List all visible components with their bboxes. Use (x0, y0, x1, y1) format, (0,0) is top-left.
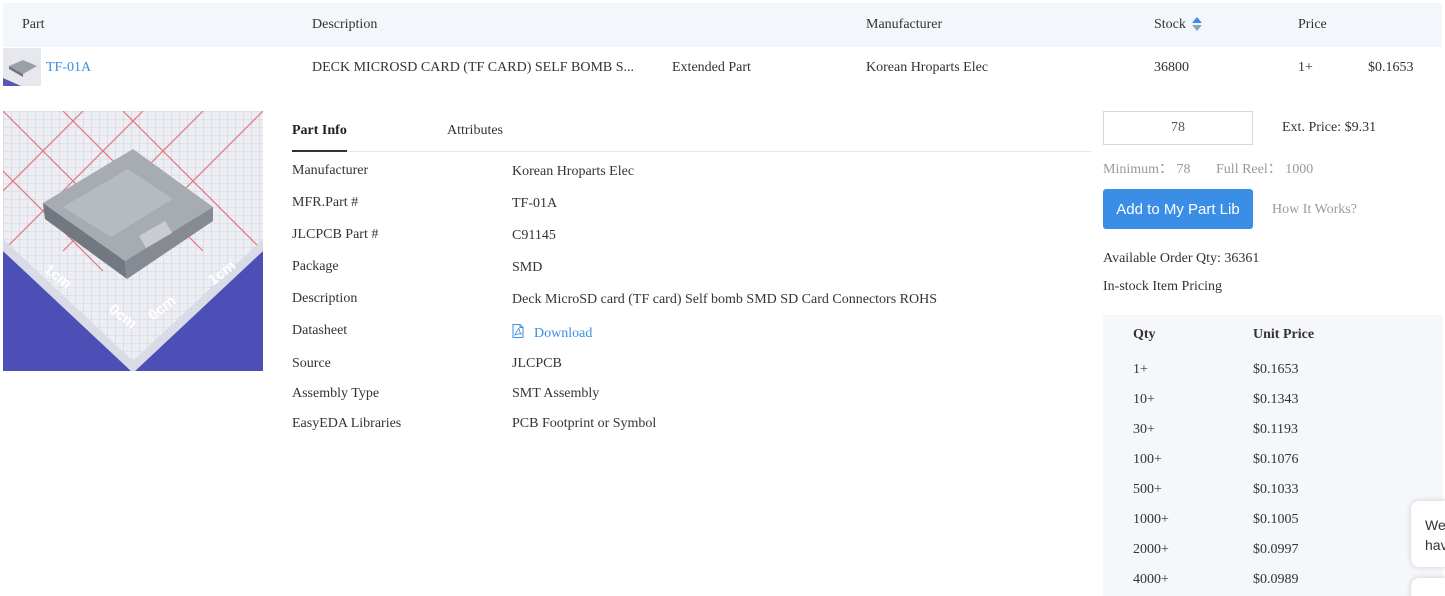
info-value-manufacturer: Korean Hroparts Elec (512, 164, 635, 179)
row-description: DECK MICROSD CARD (TF CARD) SELF BOMB S.… (312, 60, 635, 75)
minimum-info: Minimum： 78 Full Reel： 1000 (1103, 158, 1313, 178)
price-row-unit-price: $0.1033 (1253, 482, 1299, 497)
price-row-qty: 1+ (1133, 362, 1148, 377)
chat-text-line2: hav (1425, 537, 1445, 553)
info-label-jlcpcb-part: JLCPCB Part # (292, 227, 379, 242)
price-header-qty: Qty (1133, 327, 1156, 342)
sort-icon[interactable] (1191, 16, 1203, 32)
tab-attributes[interactable]: Attributes (447, 123, 503, 139)
info-label-manufacturer: Manufacturer (292, 163, 369, 178)
add-to-part-lib-button[interactable]: Add to My Part Lib (1103, 189, 1253, 229)
info-label-easyeda: EasyEDA Libraries (292, 416, 402, 431)
price-row-qty: 100+ (1133, 452, 1162, 467)
detail-tabs: Part Info Attributes (292, 112, 1092, 152)
table-header: Part Description Manufacturer Stock Pric… (3, 3, 1442, 47)
row-qty-break: 1+ (1298, 60, 1313, 75)
row-price: $0.1653 (1368, 60, 1414, 75)
info-value-source: JLCPCB (512, 356, 562, 371)
chat-launcher[interactable] (1411, 578, 1445, 596)
price-row-qty: 4000+ (1133, 572, 1169, 587)
info-label-datasheet: Datasheet (292, 323, 348, 338)
datasheet-download-label[interactable]: Download (534, 326, 592, 341)
instock-pricing-title: In-stock Item Pricing (1103, 279, 1222, 294)
datasheet-download-link[interactable]: Download (512, 324, 592, 342)
info-label-mfr-part: MFR.Part # (292, 195, 359, 210)
price-row-qty: 30+ (1133, 422, 1155, 437)
product-image[interactable]: 1cm 1cm 0cm 0cm (3, 111, 263, 371)
minimum-value: 78 (1176, 162, 1191, 177)
header-part: Part (22, 17, 45, 32)
minimum-label: Minimum： (1103, 162, 1174, 177)
quantity-input[interactable] (1103, 111, 1253, 145)
price-row-unit-price: $0.0997 (1253, 542, 1299, 557)
available-order-qty: Available Order Qty: 36361 (1103, 251, 1260, 266)
info-value-description: Deck MicroSD card (TF card) Self bomb SM… (512, 292, 937, 307)
price-row-qty: 10+ (1133, 392, 1155, 407)
row-manufacturer: Korean Hroparts Elec (866, 60, 989, 75)
price-header-unit-price: Unit Price (1253, 327, 1315, 342)
full-reel-label: Full Reel： (1216, 162, 1282, 177)
price-row-qty: 1000+ (1133, 512, 1169, 527)
active-tab-indicator (292, 150, 347, 152)
info-value-jlcpcb-part: C91145 (512, 228, 556, 243)
part-link[interactable]: TF-01A (46, 60, 91, 76)
info-value-package: SMD (512, 260, 543, 275)
header-stock[interactable]: Stock (1154, 17, 1186, 33)
easyeda-library-link[interactable]: PCB Footprint or Symbol (512, 416, 656, 432)
price-row-qty: 500+ (1133, 482, 1162, 497)
part-thumbnail[interactable] (3, 48, 41, 86)
how-it-works-link[interactable]: How It Works? (1272, 202, 1357, 218)
info-label-package: Package (292, 259, 339, 274)
tab-part-info[interactable]: Part Info (292, 123, 347, 139)
row-part-type: Extended Part (672, 60, 751, 75)
full-reel-value: 1000 (1285, 162, 1314, 177)
header-price: Price (1298, 17, 1327, 32)
info-label-source: Source (292, 356, 331, 371)
header-description: Description (312, 17, 378, 32)
chat-popup[interactable]: We hav (1411, 501, 1445, 567)
info-label-assembly-type: Assembly Type (292, 386, 380, 401)
row-stock: 36800 (1154, 60, 1189, 75)
ext-price: Ext. Price: $9.31 (1282, 120, 1377, 135)
price-table: Qty Unit Price 1+ $0.1653 10+ $0.1343 30… (1103, 315, 1443, 596)
header-manufacturer: Manufacturer (866, 17, 943, 32)
chat-text-line1: We (1425, 517, 1445, 533)
pdf-icon (512, 324, 524, 338)
info-label-description: Description (292, 291, 358, 306)
price-row-unit-price: $0.1193 (1253, 422, 1298, 437)
price-row-unit-price: $0.1343 (1253, 392, 1299, 407)
price-row-unit-price: $0.1653 (1253, 362, 1299, 377)
price-row-qty: 2000+ (1133, 542, 1169, 557)
info-value-mfr-part: TF-01A (512, 196, 558, 211)
info-value-assembly-type: SMT Assembly (512, 386, 600, 401)
price-row-unit-price: $0.1076 (1253, 452, 1299, 467)
price-row-unit-price: $0.0989 (1253, 572, 1299, 587)
price-row-unit-price: $0.1005 (1253, 512, 1299, 527)
